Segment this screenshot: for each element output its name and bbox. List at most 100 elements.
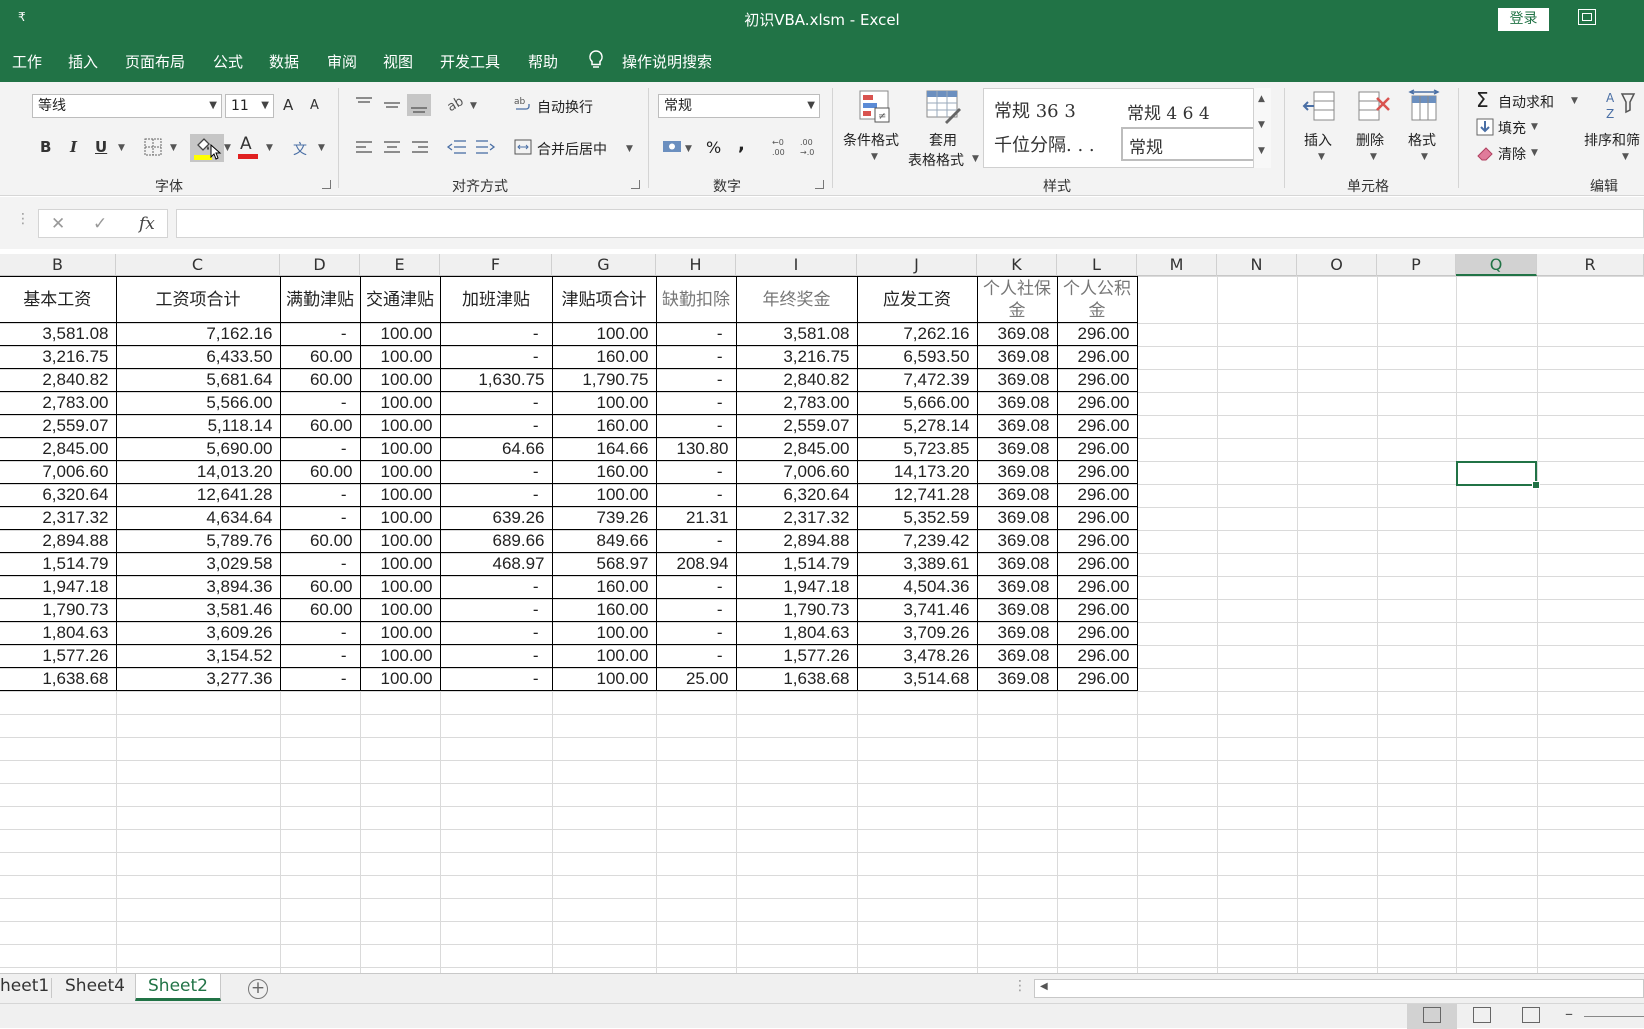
chevron-down-icon[interactable]: ▼ — [1370, 152, 1377, 162]
table-cell[interactable]: - — [439, 621, 553, 645]
table-cell[interactable]: 6,320.64 — [0, 483, 117, 507]
table-cell[interactable]: - — [655, 483, 737, 507]
chevron-down-icon[interactable]: ▼ — [118, 143, 125, 153]
delete-cells-button[interactable]: 删除 — [1356, 130, 1384, 150]
table-cell[interactable]: 296.00 — [1056, 322, 1138, 346]
table-cell[interactable]: - — [655, 414, 737, 438]
table-cell[interactable]: 60.00 — [279, 460, 361, 484]
header-cell[interactable]: 交通津贴 — [359, 276, 441, 323]
table-cell[interactable]: 164.66 — [551, 437, 657, 461]
column-header-g[interactable]: G — [552, 254, 656, 276]
table-cell[interactable]: 160.00 — [551, 575, 657, 599]
table-cell[interactable]: 100.00 — [359, 529, 441, 553]
table-cell[interactable]: 5,566.00 — [115, 391, 281, 415]
table-cell[interactable]: 21.31 — [655, 506, 737, 530]
active-cell-q9[interactable] — [1456, 461, 1540, 489]
table-cell[interactable]: 6,593.50 — [856, 345, 978, 369]
table-cell[interactable]: - — [655, 391, 737, 415]
table-cell[interactable]: 1,577.26 — [0, 644, 117, 668]
header-cell[interactable]: 应发工资 — [856, 276, 978, 323]
table-cell[interactable]: 100.00 — [359, 598, 441, 622]
table-cell[interactable]: 60.00 — [279, 345, 361, 369]
table-cell[interactable]: 739.26 — [551, 506, 657, 530]
table-cell[interactable]: 7,006.60 — [0, 460, 117, 484]
table-cell[interactable]: - — [279, 621, 361, 645]
login-button[interactable]: 登录 — [1498, 8, 1549, 31]
tab-splitter-icon[interactable]: ⋮ — [1013, 978, 1027, 994]
table-cell[interactable]: - — [655, 368, 737, 392]
worksheet-grid[interactable]: BCDEFGHIJKLMNOPQR 基本工资 工资项合计 满勤津贴 交通津贴 加班津贴津… — [0, 254, 1644, 973]
table-cell[interactable]: 7,006.60 — [735, 460, 858, 484]
column-header-p[interactable]: P — [1377, 254, 1456, 276]
table-cell[interactable]: 100.00 — [551, 483, 657, 507]
table-cell[interactable]: 3,216.75 — [0, 345, 117, 369]
insert-cells-button[interactable]: 插入 — [1304, 130, 1332, 150]
chevron-down-icon[interactable]: ▼ — [1531, 148, 1538, 158]
style-normal-36-3[interactable]: 常规 36 3 — [994, 97, 1076, 123]
table-cell[interactable]: 3,581.08 — [735, 322, 858, 346]
table-cell[interactable]: 100.00 — [359, 621, 441, 645]
table-cell[interactable]: 369.08 — [976, 667, 1058, 691]
clear-button[interactable]: 清除 — [1498, 144, 1526, 164]
table-cell[interactable]: 1,804.63 — [0, 621, 117, 645]
table-cell[interactable]: 296.00 — [1056, 460, 1138, 484]
tab-data[interactable]: 数据 — [269, 51, 299, 72]
column-header-j[interactable]: J — [857, 254, 977, 276]
tab-work[interactable]: 工作 — [12, 51, 42, 72]
table-cell[interactable]: 3,277.36 — [115, 667, 281, 691]
column-header-h[interactable]: H — [656, 254, 736, 276]
cancel-icon[interactable]: ✕ — [51, 214, 65, 234]
table-cell[interactable]: 296.00 — [1056, 552, 1138, 576]
style-comma[interactable]: 千位分隔. . . — [994, 131, 1095, 157]
table-cell[interactable]: 4,634.64 — [115, 506, 281, 530]
chevron-down-icon[interactable]: ▼ — [1318, 152, 1325, 162]
table-cell[interactable]: 1,947.18 — [0, 575, 117, 599]
table-cell[interactable]: 639.26 — [439, 506, 553, 530]
table-cell[interactable]: 1,638.68 — [0, 667, 117, 691]
enter-icon[interactable]: ✓ — [93, 214, 107, 234]
table-cell[interactable]: 100.00 — [551, 621, 657, 645]
table-cell[interactable]: 1,804.63 — [735, 621, 858, 645]
table-cell[interactable]: 100.00 — [359, 552, 441, 576]
table-cell[interactable]: - — [279, 483, 361, 507]
number-dialog-launcher-icon[interactable] — [815, 180, 824, 189]
tab-view[interactable]: 视图 — [383, 51, 413, 72]
table-cell[interactable]: 100.00 — [359, 460, 441, 484]
tab-insert[interactable]: 插入 — [68, 51, 98, 72]
table-cell[interactable]: 3,581.46 — [115, 598, 281, 622]
table-cell[interactable]: - — [655, 529, 737, 553]
table-cell[interactable]: 568.97 — [551, 552, 657, 576]
table-cell[interactable]: 3,478.26 — [856, 644, 978, 668]
style-normal-selected[interactable]: 常规 — [1121, 127, 1259, 161]
table-cell[interactable]: 7,239.42 — [856, 529, 978, 553]
comma-style-button[interactable]: , — [738, 134, 745, 155]
styles-gallery-scroll[interactable]: ▲ ▼ ▼ — [1253, 88, 1271, 168]
column-header-r[interactable]: R — [1537, 254, 1644, 276]
table-cell[interactable]: 130.80 — [655, 437, 737, 461]
table-cell[interactable]: 6,433.50 — [115, 345, 281, 369]
table-cell[interactable]: 296.00 — [1056, 414, 1138, 438]
table-cell[interactable]: 100.00 — [359, 391, 441, 415]
table-cell[interactable]: 100.00 — [359, 437, 441, 461]
table-cell[interactable]: - — [439, 667, 553, 691]
table-cell[interactable]: - — [655, 575, 737, 599]
table-cell[interactable]: - — [279, 506, 361, 530]
table-cell[interactable]: 1,947.18 — [735, 575, 858, 599]
chevron-down-icon[interactable]: ▼ — [871, 152, 878, 162]
chevron-down-icon[interactable]: ▼ — [170, 143, 177, 153]
table-cell[interactable]: 2,840.82 — [0, 368, 117, 392]
table-cell[interactable]: 1,630.75 — [439, 368, 553, 392]
vertical-align-icons[interactable] — [354, 94, 434, 116]
table-cell[interactable]: 369.08 — [976, 345, 1058, 369]
table-cell[interactable]: 60.00 — [279, 575, 361, 599]
table-cell[interactable]: 3,894.36 — [115, 575, 281, 599]
page-break-view-icon[interactable] — [1522, 1007, 1540, 1023]
merge-center-button[interactable]: 合并后居中 — [537, 139, 607, 159]
table-cell[interactable]: - — [279, 667, 361, 691]
table-cell[interactable]: 100.00 — [359, 644, 441, 668]
table-cell[interactable]: - — [439, 322, 553, 346]
table-cell[interactable]: 296.00 — [1056, 621, 1138, 645]
table-cell[interactable]: 689.66 — [439, 529, 553, 553]
header-cell[interactable]: 基本工资 — [0, 276, 117, 323]
chevron-down-icon[interactable]: ▼ — [1571, 96, 1578, 106]
